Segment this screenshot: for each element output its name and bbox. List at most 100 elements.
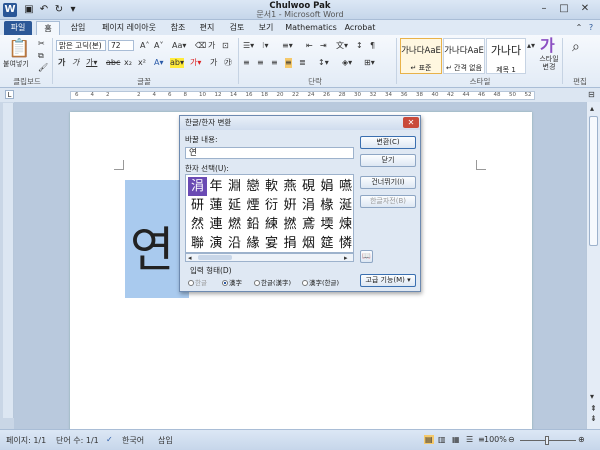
next-page-icon[interactable]: ⇟ — [590, 414, 597, 424]
align-right-icon[interactable]: ≡ — [271, 58, 278, 68]
hanja-candidate[interactable]: 燕 — [281, 177, 300, 196]
line-spacing-icon[interactable]: ↕▾ — [318, 58, 329, 68]
hanja-candidate[interactable]: 煉 — [336, 215, 355, 234]
word-app-icon[interactable]: W — [3, 3, 17, 17]
proofing-icon[interactable]: ✓ — [106, 435, 113, 444]
minimize-button[interactable]: – — [535, 2, 553, 16]
save-icon[interactable]: ▣ — [22, 3, 36, 17]
style-no-spacing[interactable]: 가나다AaE ↵ 간격 없음 — [443, 38, 485, 74]
italic-icon[interactable]: 가 — [72, 58, 79, 68]
undo-icon[interactable]: ↶ — [37, 3, 51, 17]
superscript-icon[interactable]: x² — [138, 58, 146, 68]
hanja-candidate[interactable]: 延 — [225, 196, 244, 215]
font-name-box[interactable]: 맑은 고딕(본) — [56, 40, 106, 51]
subscript-icon[interactable]: x₂ — [124, 58, 132, 68]
print-layout-icon[interactable]: ▤ — [424, 435, 434, 444]
tab-view[interactable]: 보기 — [254, 21, 278, 35]
underline-icon[interactable]: 가▾ — [86, 58, 97, 68]
tab-mathematics[interactable]: Mathematics — [284, 21, 338, 35]
hanja-candidate[interactable]: 研 — [188, 196, 207, 215]
hanja-candidate[interactable]: 娟 — [318, 177, 337, 196]
zoom-slider-thumb[interactable] — [545, 436, 549, 445]
hanja-scrollbar[interactable]: ◂ ▸ — [185, 253, 354, 262]
dialog-close-button[interactable]: ✕ — [403, 117, 419, 128]
char-shading-icon[interactable]: 가 — [210, 58, 217, 68]
close-window-button[interactable]: ✕ — [576, 2, 594, 16]
close-button[interactable]: 닫기 — [360, 154, 416, 167]
hanja-candidate[interactable]: 練 — [262, 215, 281, 234]
hanja-candidate[interactable]: 然 — [188, 215, 207, 234]
cut-icon[interactable]: ✂ — [38, 39, 45, 49]
change-styles-icon[interactable]: 가 — [540, 37, 555, 55]
hanja-candidate[interactable]: 燃 — [225, 215, 244, 234]
quick-access-dropdown-icon[interactable]: ▾ — [66, 3, 80, 17]
decrease-indent-icon[interactable]: ⇤ — [306, 41, 313, 51]
bold-icon[interactable]: 가 — [58, 58, 65, 68]
justify-icon[interactable]: ≡ — [285, 58, 292, 68]
hanja-candidate[interactable]: 椽 — [318, 196, 337, 215]
hanja-candidate[interactable]: 蓮 — [207, 196, 226, 215]
hanja-candidate[interactable]: 演 — [207, 234, 226, 253]
shading-icon[interactable]: ◈▾ — [342, 58, 352, 68]
help-icon[interactable]: ? — [586, 21, 596, 35]
increase-indent-icon[interactable]: ⇥ — [320, 41, 327, 51]
hanja-candidate[interactable]: 軟 — [262, 177, 281, 196]
web-layout-icon[interactable]: ▦ — [452, 435, 460, 444]
font-size-box[interactable]: 72 — [108, 40, 134, 51]
phonetic-icon[interactable]: 가 — [208, 41, 215, 51]
word-count[interactable]: 단어 수: 1/1 — [56, 435, 99, 446]
tab-insert[interactable]: 삽입 — [64, 21, 92, 35]
align-center-icon[interactable]: ≡ — [257, 58, 264, 68]
hanja-candidate[interactable]: 沿 — [225, 234, 244, 253]
hanja-candidate[interactable]: 憐 — [336, 234, 355, 253]
zoom-level[interactable]: 100% — [484, 435, 507, 444]
hanja-candidate[interactable]: 鳶 — [299, 215, 318, 234]
char-border-icon[interactable]: ⊡ — [222, 41, 229, 51]
scroll-left-icon[interactable]: ◂ — [188, 253, 192, 263]
tab-selector-icon[interactable]: L — [5, 90, 14, 99]
insert-mode[interactable]: 삽입 — [158, 435, 173, 446]
strikethrough-icon[interactable]: abc — [106, 58, 120, 68]
hanja-candidate[interactable]: 宴 — [262, 234, 281, 253]
hanja-candidate[interactable]: 烟 — [299, 234, 318, 253]
selected-character[interactable]: 연 — [130, 210, 174, 280]
highlight-icon[interactable]: ab▾ — [170, 58, 184, 68]
hanja-candidate[interactable]: 淵 — [225, 177, 244, 196]
hanja-candidate[interactable]: 涓 — [299, 196, 318, 215]
page-count[interactable]: 페이지: 1/1 — [6, 435, 46, 446]
scroll-thumb[interactable] — [589, 116, 598, 246]
radio-hangul-hanja[interactable]: 한글(漢字) — [254, 277, 291, 287]
hanja-candidate[interactable]: 涎 — [336, 196, 355, 215]
multilevel-list-icon[interactable]: ≡▾ — [282, 41, 293, 51]
bullets-icon[interactable]: ☰▾ — [243, 41, 254, 51]
tab-file[interactable]: 파일 — [4, 21, 32, 35]
radio-hanja-hangul[interactable]: 漢字(한글) — [302, 277, 339, 287]
hanja-candidate[interactable]: 堧 — [318, 215, 337, 234]
prev-page-icon[interactable]: ⇞ — [590, 404, 597, 414]
redo-icon[interactable]: ↻ — [52, 3, 66, 17]
font-color-icon[interactable]: 가▾ — [190, 58, 201, 68]
show-marks-icon[interactable]: ¶ — [370, 41, 375, 51]
vertical-ruler[interactable] — [3, 103, 14, 418]
styles-scroll-icon[interactable]: ▴▾ — [527, 41, 535, 51]
paste-button[interactable]: 붙여넣기 — [3, 59, 29, 69]
skip-button[interactable]: 건너뛰기(I) — [360, 176, 416, 189]
hanja-candidate[interactable]: 緣 — [244, 234, 263, 253]
hanja-candidate[interactable]: 煙 — [244, 196, 263, 215]
sort-icon[interactable]: ↕ — [356, 41, 363, 51]
replace-input[interactable]: 연 — [185, 147, 354, 159]
format-painter-icon[interactable]: 🖌 — [38, 63, 48, 73]
hanja-candidate[interactable]: 姸 — [281, 196, 300, 215]
find-icon[interactable]: ⌕ — [572, 39, 580, 55]
radio-hangul[interactable]: 한글 — [188, 277, 207, 287]
hanja-candidate[interactable]: 筵 — [318, 234, 337, 253]
hanja-candidate[interactable]: 年 — [207, 177, 226, 196]
tab-review[interactable]: 검토 — [224, 21, 250, 35]
vertical-scrollbar[interactable]: ▴ ▾ ⇞ ⇟ — [586, 102, 600, 429]
hanja-candidate[interactable]: 聯 — [188, 234, 207, 253]
view-ruler-icon[interactable]: ⊟ — [588, 90, 595, 100]
dictionary-icon[interactable]: 📖 — [360, 250, 373, 263]
align-left-icon[interactable]: ≡ — [243, 58, 250, 68]
tab-mailings[interactable]: 편지 — [194, 21, 220, 35]
scroll-right-icon[interactable]: ▸ — [344, 253, 348, 263]
